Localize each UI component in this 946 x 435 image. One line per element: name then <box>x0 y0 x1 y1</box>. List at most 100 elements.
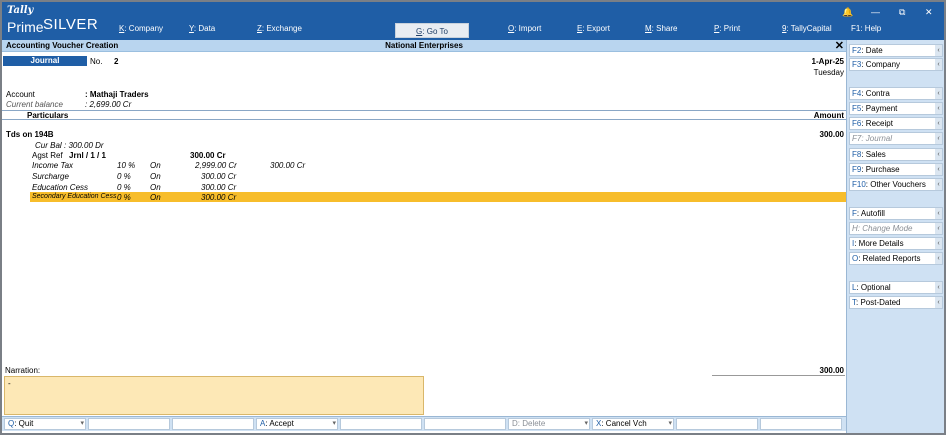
date-button[interactable]: F2: Date ‹ <box>849 44 943 57</box>
journal-button[interactable]: F7: Journal ‹ <box>849 132 943 145</box>
post-dated-button[interactable]: T: Post-Dated ‹ <box>849 296 943 309</box>
payment-button[interactable]: F5: Payment ‹ <box>849 102 943 115</box>
optional-button[interactable]: L: Optional ‹ <box>849 281 943 294</box>
agst-ref-value[interactable]: Jrnl / 1 / 1 <box>69 151 106 160</box>
ledger-name[interactable]: Tds on 194B <box>6 130 54 139</box>
particulars-header: Particulars <box>27 111 69 120</box>
chevron-left-icon: ‹ <box>935 103 942 114</box>
chevron-left-icon: ‹ <box>935 282 942 293</box>
duty-name: Secondary Education Cess <box>32 193 117 200</box>
duty-base: 300.00 Cr <box>201 172 237 181</box>
voucher-total: 300.00 <box>819 366 844 375</box>
bottom-empty-button[interactable] <box>424 418 506 430</box>
duty-on: On <box>150 193 161 202</box>
cur-bal-label: Cur Bal <box>35 141 62 150</box>
duty-on: On <box>150 161 161 170</box>
delete-button[interactable]: D: Delete ▾ <box>508 418 590 430</box>
restore-icon[interactable]: ⧉ <box>899 7 905 18</box>
duty-base: 2,999.00 Cr <box>195 161 237 170</box>
notification-bell-icon[interactable]: 🔔 <box>842 7 853 18</box>
purchase-button[interactable]: F9: Purchase ‹ <box>849 163 943 176</box>
chevron-left-icon: ‹ <box>935 297 942 308</box>
autofill-button[interactable]: F: Autofill ‹ <box>849 207 943 220</box>
chevron-left-icon: ‹ <box>935 179 942 190</box>
bottom-empty-button[interactable] <box>172 418 254 430</box>
column-header: Particulars Amount <box>2 110 846 120</box>
total-divider <box>712 375 845 376</box>
duty-base: 300.00 Cr <box>201 193 237 202</box>
close-screen-icon[interactable]: ✕ <box>835 39 844 52</box>
duty-name: Surcharge <box>32 172 69 181</box>
accept-button[interactable]: A: Accept ▾ <box>256 418 338 430</box>
chevron-left-icon: ‹ <box>935 133 942 144</box>
screen-title-bar: Accounting Voucher Creation National Ent… <box>2 40 846 52</box>
receipt-button[interactable]: F6: Receipt ‹ <box>849 117 943 130</box>
chevron-left-icon: ‹ <box>935 45 942 56</box>
duty-rate: 0 % <box>117 193 131 202</box>
related-reports-button[interactable]: O: Related Reports ‹ <box>849 252 943 265</box>
chevron-left-icon: ‹ <box>935 118 942 129</box>
amount-header: Amount <box>813 111 844 120</box>
narration-text: - <box>8 379 11 388</box>
menu-export[interactable]: E: Export <box>577 24 610 33</box>
chevron-left-icon: ‹ <box>935 164 942 175</box>
account-field[interactable]: : Mathaji Traders <box>85 90 149 99</box>
chevron-left-icon: ‹ <box>935 59 942 70</box>
duty-amount: 300.00 Cr <box>270 161 306 170</box>
cancel-voucher-button[interactable]: X: Cancel Vch ▾ <box>592 418 674 430</box>
account-label: Account <box>6 90 35 99</box>
right-button-panel: F2: Date ‹ F3: Company ‹ F4: Contra ‹ F5: P… <box>846 40 944 433</box>
close-window-icon[interactable]: ✕ <box>925 7 933 18</box>
menu-exchange[interactable]: Z: Exchange <box>257 24 302 33</box>
sales-button[interactable]: F8: Sales ‹ <box>849 148 943 161</box>
menu-tallycapital[interactable]: 9: TallyCapital <box>782 24 832 33</box>
bottom-button-bar: Q: Quit ▾ A: Accept ▾ D: Delete ▾ X: Cancel… <box>2 416 846 431</box>
menu-company[interactable]: K: Company <box>119 24 163 33</box>
chevron-left-icon: ‹ <box>935 253 942 264</box>
menu-help[interactable]: F1: Help <box>851 24 881 33</box>
bottom-empty-button[interactable] <box>760 418 842 430</box>
contra-button[interactable]: F4: Contra ‹ <box>849 87 943 100</box>
edition-label: SILVER <box>43 16 99 33</box>
voucher-day: Tuesday <box>813 68 844 77</box>
voucher-number[interactable]: 2 <box>114 57 118 66</box>
chevron-left-icon: ‹ <box>935 208 942 219</box>
voucher-no-label: No. <box>90 57 103 66</box>
change-mode-button[interactable]: H: Change Mode ‹ <box>849 222 943 235</box>
chevron-left-icon: ‹ <box>935 223 942 234</box>
chevron-left-icon: ‹ <box>935 88 942 99</box>
duty-name: Income Tax <box>32 161 74 170</box>
duty-on: On <box>150 183 161 192</box>
app-frame <box>0 0 946 435</box>
voucher-type-badge[interactable]: Journal <box>3 56 87 66</box>
company-button[interactable]: F3: Company ‹ <box>849 58 943 71</box>
duty-base: 300.00 Cr <box>201 183 237 192</box>
menu-print[interactable]: P: Print <box>714 24 740 33</box>
quit-button[interactable]: Q: Quit ▾ <box>4 418 86 430</box>
bottom-empty-button[interactable] <box>88 418 170 430</box>
other-vouchers-button[interactable]: F10: Other Vouchers ‹ <box>849 178 943 191</box>
bottom-empty-button[interactable] <box>676 418 758 430</box>
voucher-date[interactable]: 1-Apr-25 <box>812 57 844 66</box>
logo-bottom: Prime <box>7 19 44 35</box>
top-menu-bar: Tally Prime SILVER K: Company Y: Data Z:… <box>2 2 944 40</box>
narration-label: Narration: <box>5 366 41 375</box>
current-balance-value: : 2,699.00 Cr <box>85 100 132 109</box>
duty-rate: 10 % <box>117 161 136 170</box>
company-name: National Enterprises <box>385 41 463 50</box>
more-details-button[interactable]: I: More Details ‹ <box>849 237 943 250</box>
current-balance-label: Current balance <box>6 100 63 109</box>
duty-name: Education Cess <box>32 183 89 192</box>
minimize-icon[interactable]: — <box>871 7 880 17</box>
menu-data[interactable]: Y: Data <box>189 24 215 33</box>
bottom-empty-button[interactable] <box>340 418 422 430</box>
logo-top: Tally <box>7 5 34 16</box>
narration-field[interactable]: - <box>4 376 424 415</box>
menu-share[interactable]: M: Share <box>645 24 677 33</box>
duty-rate: 0 % <box>117 172 131 181</box>
goto-button[interactable]: G: Go To <box>395 23 469 38</box>
menu-import[interactable]: O: Import <box>508 24 541 33</box>
agst-ref-amount: 300.00 Cr <box>190 151 226 160</box>
ledger-amount[interactable]: 300.00 <box>820 130 844 139</box>
agst-ref-label: Agst Ref <box>32 151 63 160</box>
